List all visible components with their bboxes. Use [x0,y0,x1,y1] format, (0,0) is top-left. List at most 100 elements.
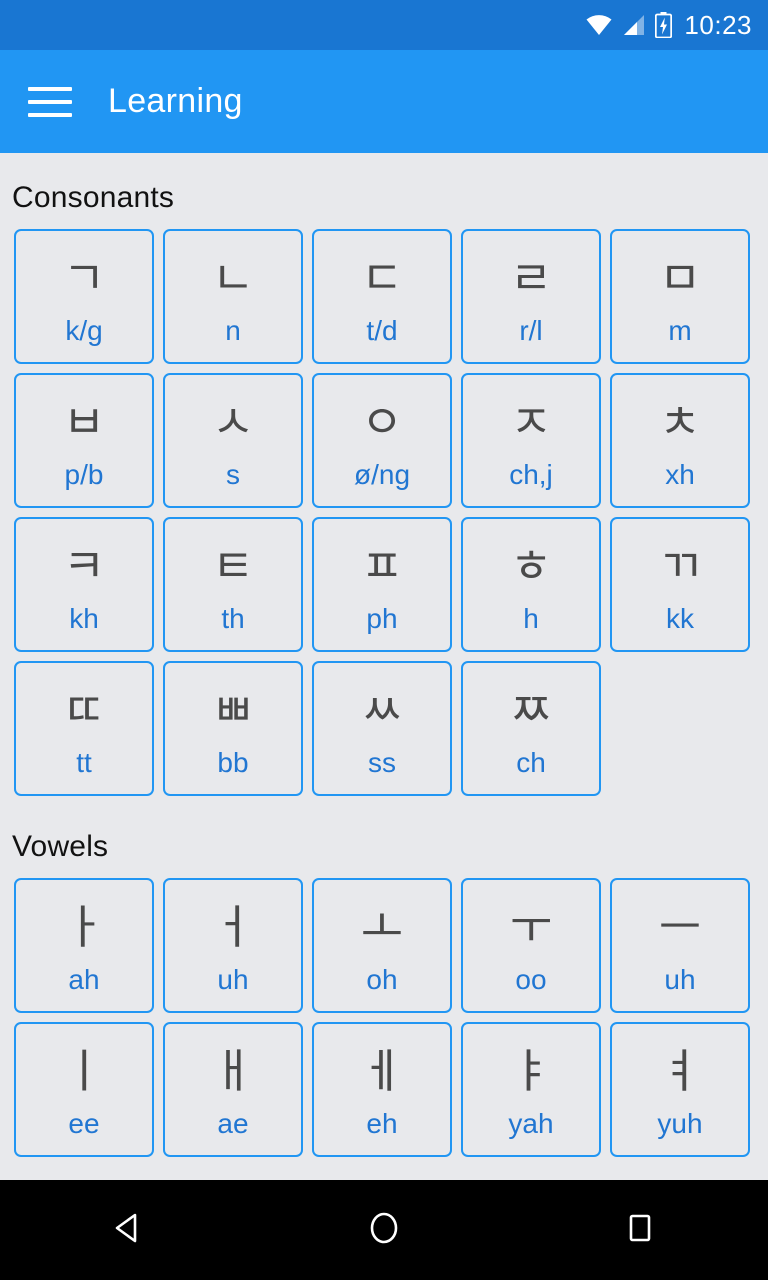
hangul-glyph: ㅐ [211,1043,255,1098]
romanization-label: ae [217,1107,249,1139]
hangul-glyph: ㅣ [62,1043,106,1098]
letter-tile[interactable]: ㅗ oh [312,878,452,1013]
romanization-label: tt [76,746,92,778]
page-title: Learning [108,82,243,120]
letter-tile[interactable]: ㄱ k/g [14,229,154,364]
hamburger-bar [28,99,72,104]
romanization-label: h [523,602,539,634]
romanization-label: yuh [657,1107,703,1139]
status-icons [585,12,673,39]
section-heading-vowels: Vowels [12,830,109,863]
romanization-label: uh [664,963,696,995]
romanization-label: n [225,314,241,346]
letter-tile[interactable]: ㅜ oo [461,878,601,1013]
romanization-label: kk [666,602,694,634]
romanization-label: xh [665,458,695,490]
section-heading-consonants: Consonants [12,181,175,214]
hangul-glyph: ㅗ [360,899,404,954]
romanization-label: oo [515,963,547,995]
hamburger-menu-icon[interactable] [28,86,72,117]
content-scroll-area[interactable]: Consonants ㄱ k/g ㄴ n ㄷ t/d ㄹ r/l ㅁ m ㅂ p/b ㅅ s ㅇ ø/ng ㅈ c… [0,153,768,1180]
letter-tile[interactable]: ㅣ ee [14,1022,154,1157]
hangul-glyph: ㅈ [509,394,553,449]
romanization-label: k/g [65,314,103,346]
status-clock: 10:23 [684,10,752,40]
romanization-label: yah [508,1107,554,1139]
letter-tile[interactable]: ㅊ xh [610,373,750,508]
hangul-glyph: ㅋ [62,538,106,593]
hamburger-bar [28,86,72,91]
hangul-glyph: ㄷ [360,250,404,305]
letter-tile[interactable]: ㄷ t/d [312,229,452,364]
letter-tile[interactable]: ㄴn [163,229,303,364]
letter-tile[interactable]: ㅋ kh [14,517,154,652]
hamburger-bar [28,112,72,117]
vowel-grid: ㅏ ah ㅓ uh ㅗ oh ㅜ oo ㅡ uh ㅣ ee ㅐ ae ㅔ eh ㅑ yah ㅕ yuh [0,878,768,1157]
letter-tile[interactable]: ㅏ ah [14,878,154,1013]
letter-tile[interactable]: ㅉ ch [461,661,601,796]
hangul-glyph: ㅂ [62,394,106,449]
letter-tile[interactable]: ㅇ ø/ng [312,373,452,508]
letter-tile[interactable]: ㅆ ss [312,661,452,796]
romanization-label: ss [368,746,396,778]
wifi-icon [585,14,613,36]
romanization-label: t/d [366,314,398,346]
home-circle-icon [364,1208,404,1253]
letter-tile[interactable]: ㅃ bb [163,661,303,796]
romanization-label: ch [516,746,546,778]
letter-tile[interactable]: ㄹ r/l [461,229,601,364]
letter-tile[interactable]: ㅅs [163,373,303,508]
letter-tile[interactable]: ㄸ tt [14,661,154,796]
letter-tile[interactable]: ㅡ uh [610,878,750,1013]
letter-tile[interactable]: ㅕ yuh [610,1022,750,1157]
letter-tile[interactable]: ㅈ ch,j [461,373,601,508]
letter-tile[interactable]: ㅍ ph [312,517,452,652]
romanization-label: ø/ng [353,458,411,490]
hangul-glyph: ㅆ [360,682,404,737]
recents-square-icon [620,1208,660,1253]
hangul-glyph: ㅊ [658,394,702,449]
signal-icon [622,14,646,36]
home-button[interactable] [329,1180,439,1280]
romanization-label: bb [217,746,249,778]
hangul-glyph: ㅜ [509,899,553,954]
letter-tile[interactable]: ㅐ ae [163,1022,303,1157]
app-bar: Learning [0,50,768,153]
letter-tile[interactable]: ㅂ p/b [14,373,154,508]
recents-button[interactable] [585,1180,695,1280]
letter-tile[interactable]: ㅔ eh [312,1022,452,1157]
romanization-label: kh [69,602,99,634]
romanization-label: oh [366,963,398,995]
romanization-label: ph [366,602,398,634]
hangul-glyph: ㅡ [658,899,702,954]
hangul-glyph: ㅎ [509,538,553,593]
romanization-label: th [221,602,245,634]
romanization-label: ee [68,1107,100,1139]
hangul-glyph: ㅍ [360,538,404,593]
app-root: 10:23 Learning Consonants ㄱ k/g ㄴ n ㄷ t/d ㄹ r/l… [0,0,768,1280]
hangul-glyph: ㅇ [360,394,404,449]
romanization-label: eh [366,1107,398,1139]
back-triangle-icon [108,1208,148,1253]
hangul-glyph: ㄸ [62,682,106,737]
android-navigation-bar [0,1180,768,1280]
letter-tile[interactable]: ㅌ th [163,517,303,652]
hangul-glyph: ㅌ [211,538,255,593]
romanization-label: ch,j [509,458,553,490]
battery-charging-icon [655,12,673,39]
romanization-label: r/l [519,314,543,346]
back-button[interactable] [73,1180,183,1280]
hangul-glyph: ㅔ [360,1043,404,1098]
letter-tile[interactable]: ㅎh [461,517,601,652]
romanization-label: s [226,458,240,490]
hangul-glyph: ㅁ [658,250,702,305]
status-bar: 10:23 [0,0,768,50]
letter-tile[interactable]: ㅓ uh [163,878,303,1013]
hangul-glyph: ㅑ [509,1043,553,1098]
hangul-glyph: ㅏ [62,899,106,954]
hangul-glyph: ㄱ [62,250,106,305]
letter-tile[interactable]: ㅑ yah [461,1022,601,1157]
letter-tile[interactable]: ㅁm [610,229,750,364]
hangul-glyph: ㅉ [509,682,553,737]
letter-tile[interactable]: ㄲ kk [610,517,750,652]
